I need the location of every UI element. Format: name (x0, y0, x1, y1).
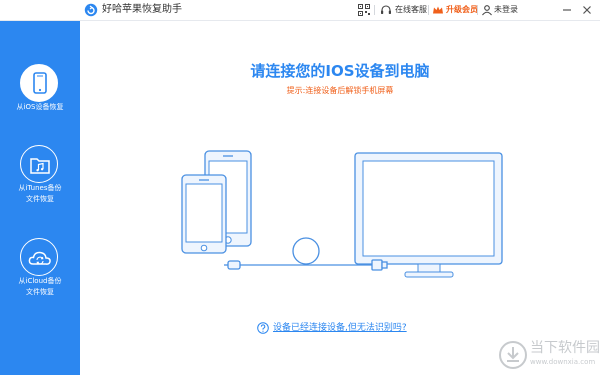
crown-icon[interactable] (432, 4, 444, 16)
sidebar-item-itunes-backup[interactable]: 从iTunes备份 文件恢复 (0, 145, 80, 205)
app-title: 好哈苹果恢复助手 (102, 4, 182, 15)
device-connection-illustration (181, 150, 503, 278)
divider (428, 5, 429, 15)
sidebar-item-label: 从iCloud备份 (18, 277, 62, 285)
help-link[interactable]: 设备已经连接设备,但无法识别吗? (273, 322, 407, 334)
divider (477, 5, 478, 15)
headset-icon[interactable] (380, 4, 392, 16)
music-folder-icon (20, 145, 58, 183)
page-subtitle: 提示:连接设备后解锁手机屏幕 (286, 86, 394, 95)
watermark-name: 当下软件园 (530, 340, 600, 356)
qr-code-icon[interactable] (358, 4, 370, 16)
phone-front-icon (181, 174, 227, 254)
watermark: 当下软件园 www.downxia.com (498, 338, 600, 372)
phone-icon (20, 64, 58, 102)
upgrade-vip-link[interactable]: 升级会员 (446, 4, 478, 16)
login-status[interactable]: 未登录 (494, 4, 518, 16)
page-title: 请连接您的IOS设备到电脑 (250, 62, 430, 80)
sidebar-item-icloud-backup[interactable]: 从iCloud备份 文件恢复 (0, 238, 80, 298)
sidebar-item-label-2: 文件恢复 (26, 288, 54, 296)
sidebar: 从iOS设备恢复 从iTunes备份 文件恢复 从iCloud备份 文件恢复 (0, 0, 80, 375)
user-icon[interactable] (481, 4, 493, 16)
sidebar-item-ios-device[interactable]: 从iOS设备恢复 (0, 64, 80, 114)
monitor-icon (354, 152, 503, 278)
watermark-logo-icon (499, 341, 527, 369)
close-icon[interactable] (580, 3, 594, 17)
title-bar: 好哈苹果恢复助手 在线客服 升级会员 未登录 (0, 0, 600, 21)
cloud-sync-icon (20, 238, 58, 276)
online-service-link[interactable]: 在线客服 (395, 4, 427, 16)
watermark-url: www.downxia.com (530, 358, 596, 366)
sidebar-item-label: 从iOS设备恢复 (16, 103, 64, 111)
sidebar-item-label: 从iTunes备份 (18, 184, 62, 192)
minimize-icon[interactable] (560, 3, 574, 17)
sidebar-item-label-2: 文件恢复 (26, 195, 54, 203)
app-logo-icon (84, 3, 98, 17)
divider (374, 5, 375, 15)
question-icon (257, 322, 269, 334)
